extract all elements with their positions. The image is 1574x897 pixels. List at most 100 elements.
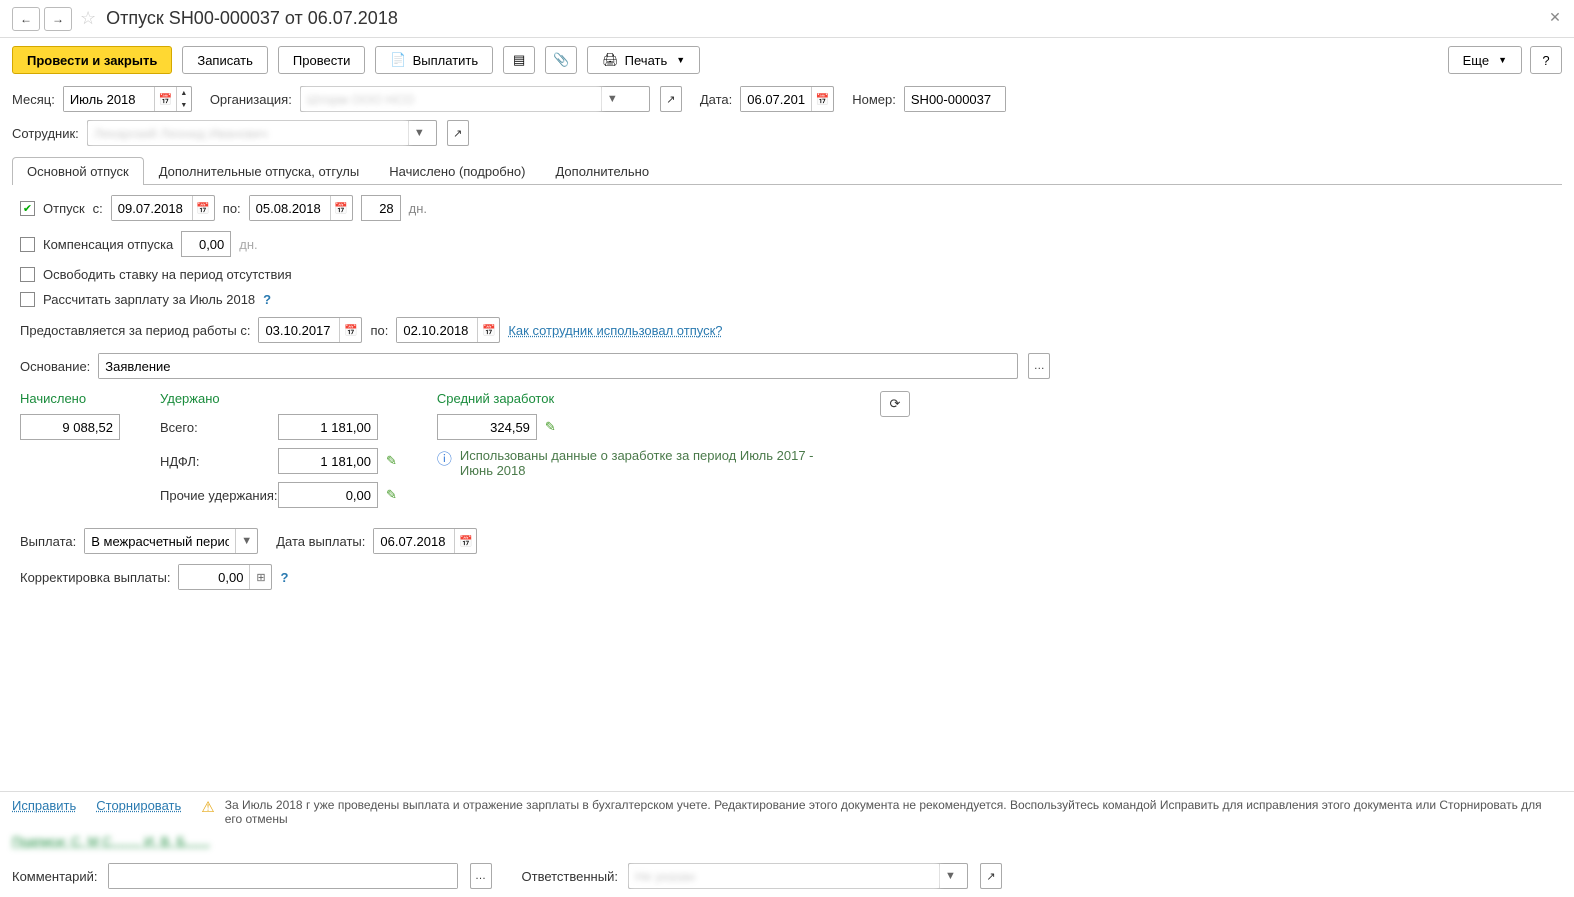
post-and-close-button[interactable]: Провести и закрыть	[12, 46, 172, 74]
calendar-icon[interactable]: 📅	[477, 318, 499, 342]
fix-link[interactable]: Исправить	[12, 798, 76, 813]
help-icon[interactable]: ?	[263, 292, 271, 307]
period-from-date[interactable]: 📅	[258, 317, 362, 343]
refresh-button[interactable]: ⟳	[880, 391, 910, 417]
compensation-label: Компенсация отпуска	[43, 237, 173, 252]
basis-input[interactable]	[98, 353, 1018, 379]
responsible-input[interactable]: ▼	[628, 863, 968, 889]
month-label: Месяц:	[12, 92, 55, 107]
basis-select-button[interactable]: …	[1028, 353, 1050, 379]
open-responsible-button[interactable]: ↗	[980, 863, 1002, 889]
leave-checkbox[interactable]: ✔	[20, 201, 35, 216]
days-field[interactable]	[361, 195, 401, 221]
leave-from-date[interactable]: 📅	[111, 195, 215, 221]
print-button[interactable]: 🖨 Печать ▼	[587, 46, 700, 74]
calendar-icon[interactable]: 📅	[192, 196, 214, 220]
tab-main-leave[interactable]: Основной отпуск	[12, 157, 144, 185]
payout-select[interactable]: ▼	[84, 528, 258, 554]
post-button[interactable]: Провести	[278, 46, 366, 74]
calendar-icon[interactable]: 📅	[811, 87, 833, 111]
dropdown-icon[interactable]: ▼	[408, 121, 430, 145]
signatures-link[interactable]: Подписи: С. М С........ И. В. Б.......	[12, 834, 210, 849]
payout-date-input[interactable]: 📅	[373, 528, 477, 554]
reverse-link[interactable]: Сторнировать	[96, 798, 181, 813]
write-button[interactable]: Записать	[182, 46, 268, 74]
period-label: Предоставляется за период работы с:	[20, 323, 250, 338]
money-icon: 📄	[390, 52, 406, 68]
accrued-value[interactable]	[20, 414, 120, 440]
chevron-down-icon: ▼	[676, 55, 685, 65]
dropdown-icon[interactable]: ▼	[601, 87, 623, 111]
edit-other-icon[interactable]: ✎	[386, 487, 397, 503]
leave-usage-link[interactable]: Как сотрудник использовал отпуск?	[508, 323, 722, 338]
responsible-label: Ответственный:	[522, 869, 618, 884]
comment-select-button[interactable]: …	[470, 863, 492, 889]
report-button[interactable]: ▤	[503, 46, 535, 74]
favorite-star-icon[interactable]: ☆	[80, 8, 96, 29]
tab-accrued-detail[interactable]: Начислено (подробно)	[374, 157, 540, 185]
total-value[interactable]	[278, 414, 378, 440]
date-label: Дата:	[700, 92, 732, 107]
pay-button[interactable]: 📄 Выплатить	[375, 46, 493, 74]
warning-icon: ⚠	[201, 798, 214, 816]
leave-to-date[interactable]: 📅	[249, 195, 353, 221]
calendar-icon[interactable]: 📅	[330, 196, 352, 220]
comment-input[interactable]	[108, 863, 458, 889]
avg-info-text: Использованы данные о заработке за перио…	[460, 448, 840, 478]
spinner-up[interactable]: ▲	[177, 87, 191, 99]
calendar-icon[interactable]: 📅	[339, 318, 361, 342]
calendar-icon[interactable]: 📅	[454, 529, 476, 553]
correction-label: Корректировка выплаты:	[20, 570, 170, 585]
paperclip-icon: 📎	[553, 52, 569, 68]
date-input[interactable]: 📅	[740, 86, 834, 112]
number-label: Номер:	[852, 92, 896, 107]
accrued-header: Начислено	[20, 391, 120, 406]
other-value[interactable]	[278, 482, 378, 508]
period-to-date[interactable]: 📅	[396, 317, 500, 343]
help-icon[interactable]: ?	[280, 570, 288, 585]
compensation-value[interactable]	[181, 231, 231, 257]
help-button[interactable]: ?	[1530, 46, 1562, 74]
withheld-header: Удержано	[160, 391, 397, 406]
edit-avg-icon[interactable]: ✎	[545, 419, 556, 435]
open-employee-button[interactable]: ↗	[447, 120, 469, 146]
dropdown-icon[interactable]: ▼	[939, 864, 961, 888]
printer-icon: 🖨	[602, 52, 619, 68]
open-org-button[interactable]: ↗	[660, 86, 682, 112]
calc-salary-label: Рассчитать зарплату за Июль 2018	[43, 292, 255, 307]
avg-value[interactable]	[437, 414, 537, 440]
tab-additional[interactable]: Дополнительно	[540, 157, 664, 185]
org-input[interactable]: ▼	[300, 86, 650, 112]
tab-bar: Основной отпуск Дополнительные отпуска, …	[12, 156, 1562, 185]
warning-text: За Июль 2018 г уже проведены выплата и о…	[225, 798, 1562, 826]
release-rate-checkbox[interactable]	[20, 267, 35, 282]
calculator-icon[interactable]: ⊞	[249, 565, 271, 589]
employee-input[interactable]: ▼	[87, 120, 437, 146]
nav-back-button[interactable]: ←	[12, 7, 40, 31]
compensation-checkbox[interactable]	[20, 237, 35, 252]
tab-additional-leave[interactable]: Дополнительные отпуска, отгулы	[144, 157, 375, 185]
number-input[interactable]	[904, 86, 1006, 112]
close-button[interactable]: ✕	[1546, 8, 1564, 26]
payout-label: Выплата:	[20, 534, 76, 549]
month-input[interactable]: 📅 ▲ ▼	[63, 86, 192, 112]
avg-header: Средний заработок	[437, 391, 840, 406]
spinner-down[interactable]: ▼	[177, 99, 191, 111]
dropdown-icon[interactable]: ▼	[235, 529, 257, 553]
ndfl-value[interactable]	[278, 448, 378, 474]
org-label: Организация:	[210, 92, 292, 107]
attach-button[interactable]: 📎	[545, 46, 577, 74]
more-button[interactable]: Еще ▼	[1448, 46, 1522, 74]
comment-label: Комментарий:	[12, 869, 98, 884]
correction-input[interactable]: ⊞	[178, 564, 272, 590]
edit-ndfl-icon[interactable]: ✎	[386, 453, 397, 469]
payout-date-label: Дата выплаты:	[276, 534, 365, 549]
chevron-down-icon: ▼	[1498, 55, 1507, 65]
leave-label: Отпуск	[43, 201, 85, 216]
calc-salary-checkbox[interactable]	[20, 292, 35, 307]
calendar-icon[interactable]: 📅	[154, 87, 176, 111]
nav-forward-button[interactable]: →	[44, 7, 72, 31]
basis-label: Основание:	[20, 359, 90, 374]
document-icon: ▤	[513, 52, 525, 68]
employee-label: Сотрудник:	[12, 126, 79, 141]
